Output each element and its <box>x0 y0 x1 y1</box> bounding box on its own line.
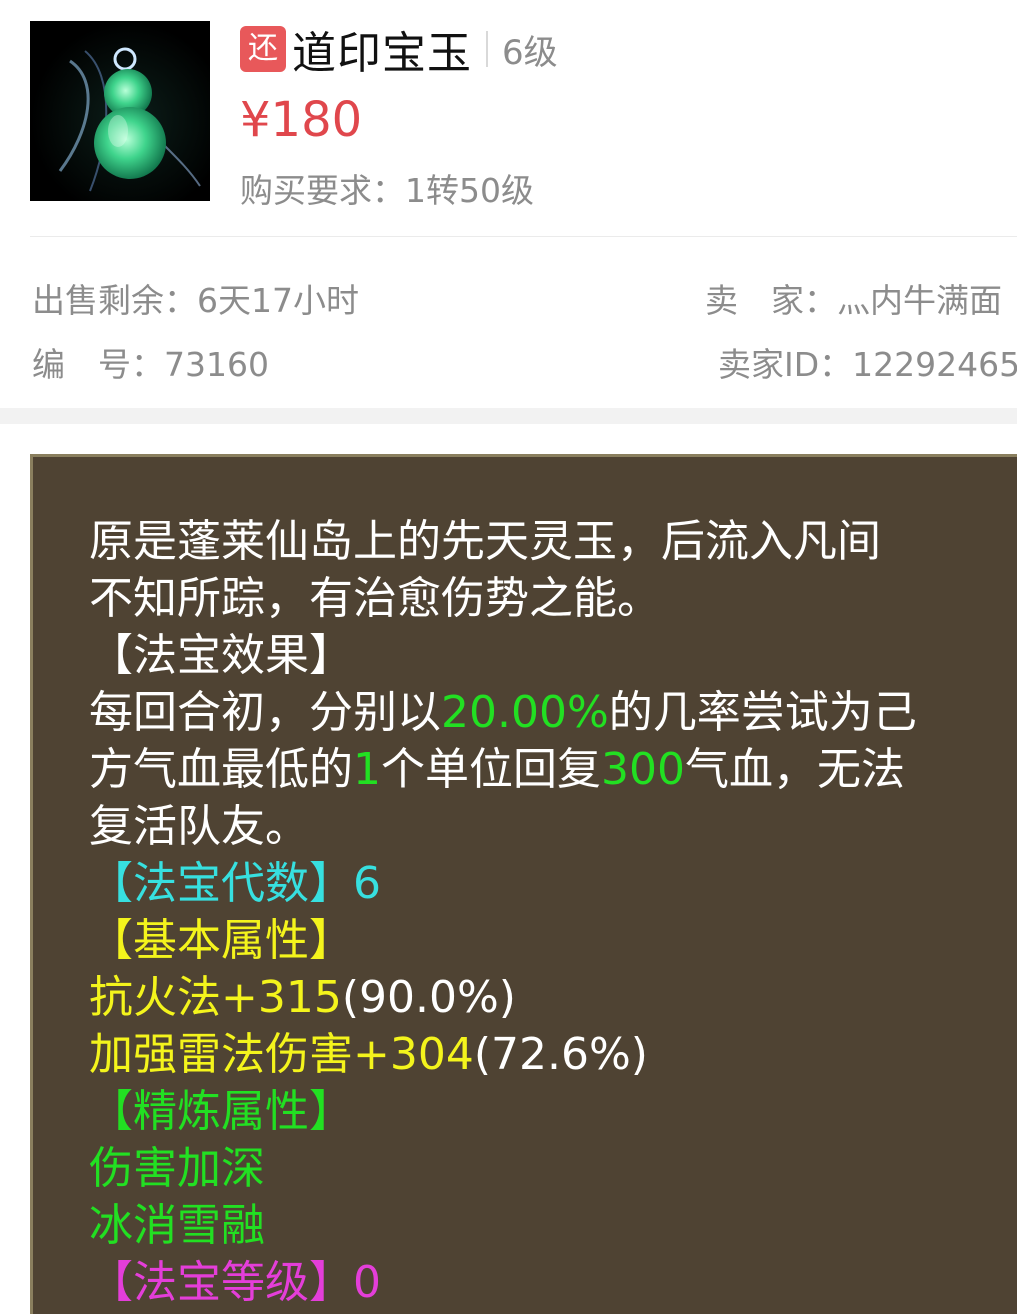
title-row: 还 道印宝玉 6级 <box>240 24 558 79</box>
return-badge: 还 <box>240 26 286 72</box>
seller-id: 卖家ID：12292465 <box>718 345 1017 384</box>
desc-line-1: 原是蓬莱仙岛上的先天灵玉，后流入凡间 <box>89 516 881 567</box>
level-separator <box>486 31 488 67</box>
seller-name[interactable]: 灬内牛满面 <box>837 281 1002 320</box>
seller-row: 卖 家：灬内牛满面 <box>705 274 1002 322</box>
effect-line-2: 方气血最低的1个单位回复300气血，无法 <box>89 744 905 795</box>
effect-header: 【法宝效果】 <box>89 630 353 681</box>
effect-line-3: 复活队友。 <box>89 801 309 852</box>
divider <box>30 236 1017 237</box>
item-detail-panel: 原是蓬莱仙岛上的先天灵玉，后流入凡间 不知所踪，有治愈伤势之能。 【法宝效果】 … <box>30 454 1017 1314</box>
item-price: ¥180 <box>240 92 363 148</box>
sale-remaining: 出售剩余：6天17小时 <box>32 281 359 320</box>
grade-label: 【法宝等级】0 <box>89 1257 381 1308</box>
refine-attr-header: 【精炼属性】 <box>89 1086 353 1137</box>
item-header: 还 道印宝玉 6级 ¥180 购买要求：1转50级 出售剩余：6天17小时 卖 … <box>0 0 1017 410</box>
item-name: 道印宝玉 <box>292 28 472 79</box>
purchase-requirement: 购买要求：1转50级 <box>240 171 534 210</box>
basic-attr-1: 抗火法+315(90.0%) <box>89 972 516 1023</box>
desc-line-2: 不知所踪，有治愈伤势之能。 <box>89 573 661 624</box>
item-number: 编 号：73160 <box>32 345 269 384</box>
seller-label: 卖 家： <box>705 281 837 320</box>
basic-attr-header: 【基本属性】 <box>89 915 353 966</box>
basic-attr-2: 加强雷法伤害+304(72.6%) <box>89 1029 648 1080</box>
refine-attr-1: 伤害加深 <box>89 1143 265 1194</box>
effect-line-1: 每回合初，分别以20.00%的几率尝试为己 <box>89 687 917 738</box>
refine-attr-2: 冰消雪融 <box>89 1200 265 1251</box>
item-description: 原是蓬莱仙岛上的先天灵玉，后流入凡间 不知所踪，有治愈伤势之能。 【法宝效果】 … <box>89 513 999 1311</box>
item-image[interactable] <box>30 21 210 201</box>
item-level: 6级 <box>502 32 558 73</box>
section-gap <box>0 408 1017 424</box>
generation-label: 【法宝代数】6 <box>89 858 381 909</box>
gourd-jade-icon <box>58 47 201 192</box>
